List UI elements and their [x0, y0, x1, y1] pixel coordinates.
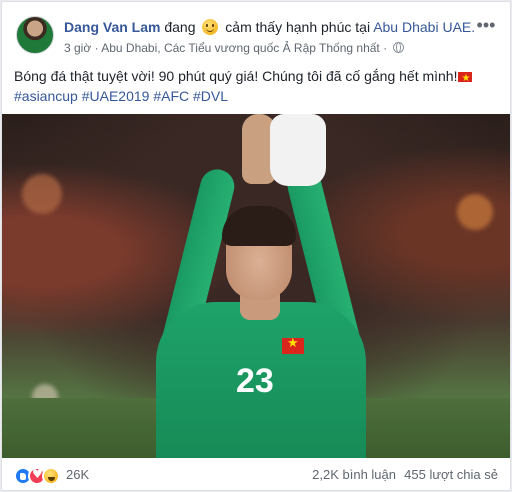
meta-separator-2: · — [383, 41, 388, 55]
bokeh-light — [457, 194, 493, 230]
post-time[interactable]: 3 giờ — [64, 41, 91, 55]
author-name[interactable]: Dang Van Lam — [64, 19, 160, 35]
bokeh-light — [22, 174, 62, 214]
hashtag-dvl[interactable]: #DVL — [193, 88, 228, 104]
comments-count[interactable]: 2,2K bình luận — [312, 467, 396, 482]
shares-count[interactable]: 455 lượt chia sẻ — [404, 467, 498, 482]
post-text-line: Bóng đá thật tuyệt vời! 90 phút quý giá!… — [14, 66, 498, 89]
green-jersey: 23 — [156, 302, 366, 458]
hashtag-uae2019[interactable]: #UAE2019 — [82, 88, 150, 104]
hashtag-asiancup[interactable]: #asiancup — [14, 88, 78, 104]
post-header: Dang Van Lam đang cảm thấy hạnh phúc tại… — [14, 12, 500, 56]
feeling-prefix: đang — [164, 19, 196, 35]
post-location[interactable]: Abu Dhabi, Các Tiểu vương quốc Ả Rập Thố… — [101, 41, 380, 55]
vietnam-flag-icon — [458, 69, 473, 89]
goalkeeper-glove — [270, 114, 326, 186]
hashtag-afc[interactable]: #AFC — [153, 88, 189, 104]
feeling-text: cảm thấy hạnh phúc tại — [225, 19, 371, 35]
author-avatar[interactable] — [16, 16, 54, 54]
more-options-icon[interactable]: ••• — [474, 16, 498, 38]
place-link[interactable]: Abu Dhabi UAE. — [373, 19, 475, 35]
facebook-post-card: Dang Van Lam đang cảm thấy hạnh phúc tại… — [1, 1, 511, 491]
jersey-flag-icon — [282, 336, 304, 354]
meta-separator: · — [94, 41, 99, 55]
haha-icon — [42, 467, 60, 485]
post-text: Bóng đá thật tuyệt vời! 90 phút quý giá!… — [14, 66, 498, 106]
smile-icon — [202, 19, 219, 35]
post-meta: 3 giờ · Abu Dhabi, Các Tiểu vương quốc Ả… — [64, 41, 405, 55]
hair — [222, 206, 296, 246]
goalkeeper-figure: 23 — [142, 114, 402, 458]
post-photo[interactable]: 23 — [2, 114, 510, 458]
post-footer: 26K 2,2K bình luận 455 lượt chia sẻ — [14, 464, 500, 488]
reaction-count[interactable]: 26K — [66, 467, 89, 482]
hashtags-line: #asiancup #UAE2019 #AFC #DVL — [14, 86, 498, 106]
author-line: Dang Van Lam đang cảm thấy hạnh phúc tại… — [64, 19, 475, 35]
globe-icon[interactable] — [393, 42, 405, 53]
jersey-number: 23 — [236, 362, 274, 400]
post-text-content: Bóng đá thật tuyệt vời! 90 phút quý giá!… — [14, 68, 458, 84]
